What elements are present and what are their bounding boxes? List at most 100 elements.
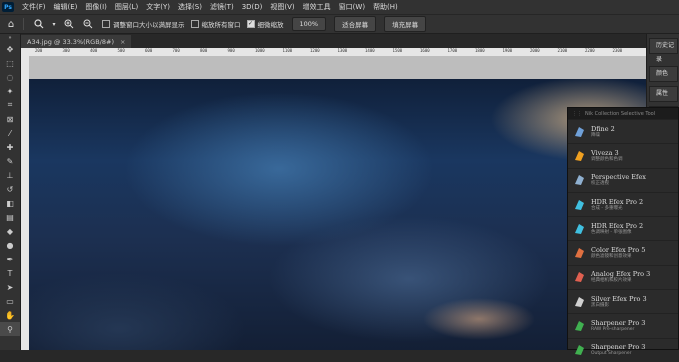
- eraser-tool-icon[interactable]: ◧: [0, 196, 20, 210]
- eyedropper-icon[interactable]: ⁄: [0, 126, 20, 140]
- color-panel-button[interactable]: 颜色: [649, 66, 678, 82]
- checkbox-box-checked[interactable]: ✓: [246, 20, 255, 28]
- menu-plugins[interactable]: 增效工具: [299, 2, 335, 12]
- sharpener-icon: [575, 321, 584, 332]
- zoom-out-icon[interactable]: [80, 16, 96, 32]
- ruler-tick-label: 2100: [557, 48, 568, 53]
- zoom-tool-icon[interactable]: [31, 16, 47, 32]
- ruler-tick-label: 300: [62, 48, 70, 53]
- fill-screen-button[interactable]: 填充屏幕: [384, 16, 427, 32]
- nik-panel-header[interactable]: ⋮⋮ Nik Collection Selective Tool: [568, 108, 678, 119]
- move-tool-icon[interactable]: ✥: [0, 42, 20, 56]
- nik-tool-item[interactable]: HDR Efex Pro 2 色调映射 - 单张图像: [568, 216, 678, 240]
- document-area: A34.jpg @ 33.3%(RGB/8#) × 200 300 400 500 60…: [21, 34, 646, 350]
- menu-view[interactable]: 视图(V): [266, 2, 298, 12]
- collapse-icon[interactable]: »: [0, 34, 20, 42]
- zoom-all-checkbox[interactable]: 缩放所有窗口: [190, 19, 241, 29]
- canvas-pasteboard: [29, 56, 646, 79]
- menu-select[interactable]: 选择(S): [174, 2, 206, 12]
- nik-panel-title: Nik Collection Selective Tool: [585, 110, 656, 117]
- vertical-ruler: [21, 56, 29, 350]
- nik-tool-text: Color Efex Pro 5 颜色滤镜和创意效果: [591, 246, 645, 260]
- nik-tool-subtitle: 调整颜色和色调: [591, 156, 623, 162]
- pen-tool-icon[interactable]: ✒: [0, 252, 20, 266]
- horizontal-ruler: 200 300 400 500 600 700 800 900 1000 1100 1200 1300…: [21, 48, 646, 56]
- nik-tool-item[interactable]: Analog Efex Pro 3 经典相机和胶片效果: [568, 264, 678, 289]
- nik-tool-item[interactable]: Silver Efex Pro 3 黑白摄影: [568, 289, 678, 313]
- ruler-tick-label: 1700: [447, 48, 458, 53]
- chevron-down-icon[interactable]: ▾: [50, 16, 58, 32]
- nik-tool-subtitle: RAW Pre-sharpener: [591, 327, 635, 333]
- ruler-tick-label: 1200: [310, 48, 320, 53]
- brush-tool-icon[interactable]: ✎: [0, 154, 20, 168]
- document-tab[interactable]: A34.jpg @ 33.3%(RGB/8#) ×: [21, 35, 132, 48]
- resize-windows-checkbox[interactable]: 调整窗口大小以满屏显示: [102, 19, 185, 29]
- ruler-tick-label: 200: [35, 48, 43, 53]
- nik-tool-item[interactable]: Sharpener Pro 3 RAW Pre-sharpener: [568, 313, 678, 337]
- ruler-tick-label: 900: [227, 48, 235, 53]
- nik-tool-name: Viveza 3: [591, 148, 619, 157]
- nik-tool-item[interactable]: Dfine 2 降噪: [568, 119, 678, 143]
- menu-edit[interactable]: 编辑(E): [50, 2, 82, 12]
- home-icon[interactable]: ⌂: [3, 16, 19, 32]
- gradient-tool-icon[interactable]: ▤: [0, 210, 20, 224]
- marquee-tool-icon[interactable]: ⬚: [0, 56, 20, 70]
- checkbox-box[interactable]: [190, 20, 199, 28]
- nik-tool-item[interactable]: Color Efex Pro 5 颜色滤镜和创意效果: [568, 240, 678, 264]
- document-tab-bar: A34.jpg @ 33.3%(RGB/8#) ×: [21, 34, 646, 48]
- ruler-tick-label: 600: [145, 48, 153, 53]
- perspective-icon: [575, 175, 584, 186]
- menu-layer[interactable]: 图层(L): [111, 2, 142, 12]
- close-icon[interactable]: ×: [120, 38, 125, 46]
- resize-windows-label: 调整窗口大小以满屏显示: [113, 21, 185, 29]
- nik-tool-item[interactable]: Perspective Efex 校正透视: [568, 167, 678, 192]
- path-selection-icon[interactable]: ➤: [0, 280, 20, 294]
- menu-bar: Ps 文件(F) 编辑(E) 图像(I) 图层(L) 文字(Y) 选择(S) 滤…: [0, 0, 679, 14]
- hand-tool-icon[interactable]: ✋: [0, 308, 20, 322]
- menu-help[interactable]: 帮助(H): [369, 2, 402, 12]
- nik-tool-text: Dfine 2 降噪: [591, 125, 615, 139]
- ruler-tick-label: 1800: [475, 48, 485, 53]
- menu-window[interactable]: 窗口(W): [335, 2, 369, 12]
- type-tool-icon[interactable]: T: [0, 266, 20, 280]
- menu-filter[interactable]: 滤镜(T): [206, 2, 238, 12]
- color-efex-icon: [575, 248, 584, 259]
- ruler-tick-label: 1900: [502, 48, 513, 53]
- clone-stamp-icon[interactable]: ⊥: [0, 168, 20, 182]
- zoom-tool-icon[interactable]: ⚲: [0, 322, 20, 336]
- scrubby-zoom-checkbox[interactable]: ✓ 细微缩放: [246, 19, 284, 29]
- menu-file[interactable]: 文件(F): [18, 2, 50, 12]
- ruler-tick-label: 2300: [612, 48, 623, 53]
- dodge-tool-icon[interactable]: ●: [0, 238, 20, 252]
- properties-panel-button[interactable]: 属性: [649, 86, 678, 102]
- history-brush-icon[interactable]: ↺: [0, 182, 20, 196]
- history-panel-button[interactable]: 历史记录: [649, 38, 678, 63]
- nik-tool-text: Sharpener Pro 3 Output Sharpener: [591, 343, 645, 357]
- healing-brush-icon[interactable]: ✚: [0, 140, 20, 154]
- checkbox-box[interactable]: [102, 20, 110, 28]
- menu-3d[interactable]: 3D(D): [238, 3, 267, 11]
- zoom-value-field[interactable]: 100%: [291, 17, 327, 31]
- magic-wand-icon[interactable]: ✦: [0, 84, 20, 98]
- nik-tool-text: Analog Efex Pro 3 经典相机和胶片效果: [591, 270, 650, 284]
- silver-efex-icon: [575, 296, 584, 307]
- menu-image[interactable]: 图像(I): [81, 2, 111, 12]
- nik-tool-list: Dfine 2 降噪 Viveza 3 调整颜色和色调 Perspective Efex…: [568, 119, 678, 362]
- nik-tool-item[interactable]: HDR Efex Pro 2 合成 - 多重曝光: [568, 191, 678, 216]
- ruler-tick-label: 2000: [530, 48, 540, 53]
- menu-type[interactable]: 文字(Y): [142, 2, 174, 12]
- nik-tool-item[interactable]: Viveza 3 调整颜色和色调: [568, 143, 678, 167]
- blur-tool-icon[interactable]: ◆: [0, 224, 20, 238]
- image-canvas[interactable]: [29, 79, 646, 350]
- crop-tool-icon[interactable]: ⌗: [0, 98, 20, 112]
- ruler-tick-label: 1300: [337, 48, 348, 53]
- grip-icon[interactable]: ⋮⋮: [572, 111, 582, 117]
- nik-tool-text: Perspective Efex 校正透视: [591, 173, 646, 187]
- fit-screen-button[interactable]: 适合屏幕: [334, 16, 377, 32]
- rectangle-tool-icon[interactable]: ▭: [0, 294, 20, 308]
- zoom-in-icon[interactable]: [61, 16, 77, 32]
- ruler-tick-label: 800: [200, 48, 208, 53]
- frame-tool-icon[interactable]: ⊠: [0, 112, 20, 126]
- ruler-tick-label: 1600: [420, 48, 430, 53]
- lasso-tool-icon[interactable]: ◌: [0, 70, 20, 84]
